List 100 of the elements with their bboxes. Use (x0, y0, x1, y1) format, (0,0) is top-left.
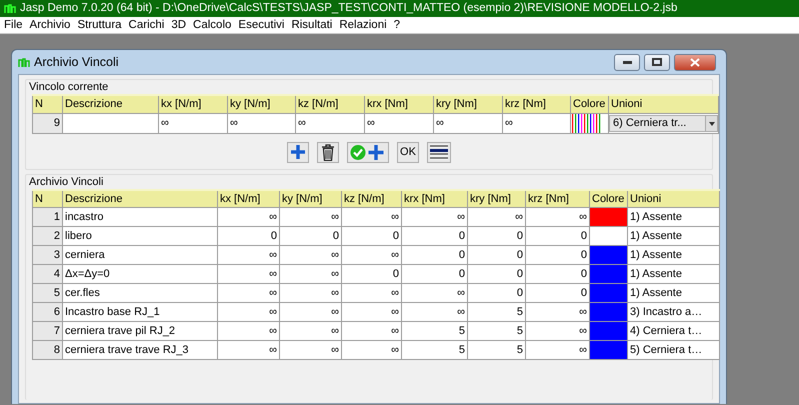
menu-item[interactable]: Calcolo (193, 17, 232, 33)
menu-item[interactable]: ? (394, 17, 400, 33)
table-cell: ∞ (468, 208, 526, 226)
column-header[interactable]: kry [Nm] (468, 190, 526, 208)
column-header[interactable]: ky [N/m] (228, 95, 296, 113)
table-cell: ∞ (218, 208, 280, 226)
row-number: 6 (32, 302, 62, 322)
table-cell: ∞ (280, 322, 342, 340)
table-cell: ∞ (526, 340, 590, 360)
column-header[interactable]: Unioni (608, 95, 718, 113)
trash-icon (321, 144, 335, 160)
table-cell: 5 (468, 302, 526, 322)
column-header[interactable]: Colore (570, 95, 608, 113)
table-cell: incastro (62, 208, 218, 226)
menu-item[interactable]: Struttura (77, 17, 122, 33)
table-cell: ∞ (218, 302, 280, 322)
column-header[interactable]: Colore (590, 190, 628, 208)
row-number: 5 (32, 284, 62, 302)
menu-item[interactable]: Carichi (128, 17, 164, 33)
column-header[interactable]: kx [N/m] (158, 95, 228, 113)
table-cell: 5 (468, 340, 526, 360)
table-cell: ∞ (218, 322, 280, 340)
row-number: 1 (32, 208, 62, 226)
table-cell: cer.fles (62, 284, 218, 302)
table-cell: 0 (342, 264, 402, 284)
table-cell: 1) Assente (628, 226, 720, 246)
table-cell: 0 (468, 264, 526, 284)
table-cell: ∞ (280, 302, 342, 322)
table-cell: 0 (402, 246, 468, 264)
column-header[interactable]: kry [Nm] (434, 95, 502, 113)
ok-button[interactable]: OK (397, 142, 419, 162)
table-cell: ∞ (280, 264, 342, 284)
column-header[interactable]: krx [Nm] (402, 190, 468, 208)
column-header[interactable]: kz [N/m] (342, 190, 402, 208)
column-header[interactable]: Descrizione (62, 190, 218, 208)
table-cell: 0 (280, 226, 342, 246)
table-cell: 1) Assente (628, 264, 720, 284)
table-cell: ∞ (280, 208, 342, 226)
menu-item[interactable]: Risultati (291, 17, 332, 33)
table-cell: 1) Assente (628, 246, 720, 264)
maximize-button[interactable] (644, 54, 670, 70)
table-cell: ∞ (218, 340, 280, 360)
table-cell: ∞ (342, 284, 402, 302)
minimize-icon (622, 60, 632, 64)
table-cell: ∞ (342, 340, 402, 360)
row-number: 4 (32, 264, 62, 284)
row-number: 8 (32, 340, 62, 360)
table-cell: 3) Incastro a… (628, 302, 720, 322)
table-cell: 0 (402, 264, 468, 284)
table-cell: ∞ (280, 246, 342, 264)
table-cell: cerniera trave trave RJ_3 (62, 340, 218, 360)
table-cell: ∞ (342, 322, 402, 340)
group-title: Vincolo corrente (29, 80, 110, 94)
close-button[interactable] (674, 54, 716, 70)
app-title: Jasp Demo 7.0.20 (64 bit) - D:\OneDrive\CalcS\TESTS\JASP_TEST\CONTI_MATTEO (esempio 2)\REVISIONE MODELLO-2.jsb (20, 1, 678, 16)
table-cell: ∞ (342, 302, 402, 322)
table-cell: 5) Cerniera t… (628, 340, 720, 360)
add-button[interactable] (287, 142, 309, 162)
table-cell: 0 (468, 284, 526, 302)
column-header[interactable]: krz [Nm] (526, 190, 590, 208)
menu-item[interactable]: Esecutivi (238, 17, 284, 33)
row-number: 2 (32, 226, 62, 246)
table-cell: libero (62, 226, 218, 246)
group-title: Archivio Vincoli (29, 174, 104, 188)
table-cell: ∞ (218, 264, 280, 284)
column-header[interactable]: N (32, 190, 62, 208)
table-cell: ∞ (280, 284, 342, 302)
table-cell: cerniera trave pil RJ_2 (62, 322, 218, 340)
list-view-button[interactable] (427, 142, 451, 162)
table-cell: Incastro base RJ_1 (62, 302, 218, 322)
column-header[interactable]: krx [Nm] (364, 95, 434, 113)
minimize-button[interactable] (614, 54, 640, 70)
table-cell: ∞ (280, 340, 342, 360)
menu-item[interactable]: 3D (171, 17, 186, 33)
table-cell: 5 (468, 322, 526, 340)
color-stripes-icon[interactable] (572, 114, 603, 132)
column-header[interactable]: N (32, 95, 62, 113)
column-header[interactable]: ky [N/m] (280, 190, 342, 208)
menu-item[interactable]: Relazioni (339, 17, 387, 33)
column-header[interactable]: kz [N/m] (296, 95, 364, 113)
table-cell: ∞ (218, 284, 280, 302)
column-header[interactable]: krz [Nm] (502, 95, 570, 113)
column-header[interactable]: kx [N/m] (218, 190, 280, 208)
column-header[interactable]: Unioni (628, 190, 720, 208)
delete-button[interactable] (317, 142, 339, 162)
table-cell: 0 (468, 246, 526, 264)
column-header[interactable]: Descrizione (62, 95, 158, 113)
lines-icon (430, 144, 448, 160)
menu-item[interactable]: Archivio (30, 17, 70, 33)
table-cell: 0 (468, 226, 526, 246)
menu-item[interactable]: File (4, 17, 23, 33)
table-cell: cerniera (62, 246, 218, 264)
close-icon (690, 58, 700, 66)
union-dropdown[interactable]: 6) Cerniera tr... (610, 114, 718, 132)
table-cell: 4) Cerniera t… (628, 322, 720, 340)
dialog-title: Archivio Vincoli (34, 54, 119, 71)
row-number: 7 (32, 322, 62, 340)
check-plus-icon (350, 144, 386, 160)
confirm-add-button[interactable] (347, 142, 389, 162)
table-cell: 1) Assente (628, 284, 720, 302)
